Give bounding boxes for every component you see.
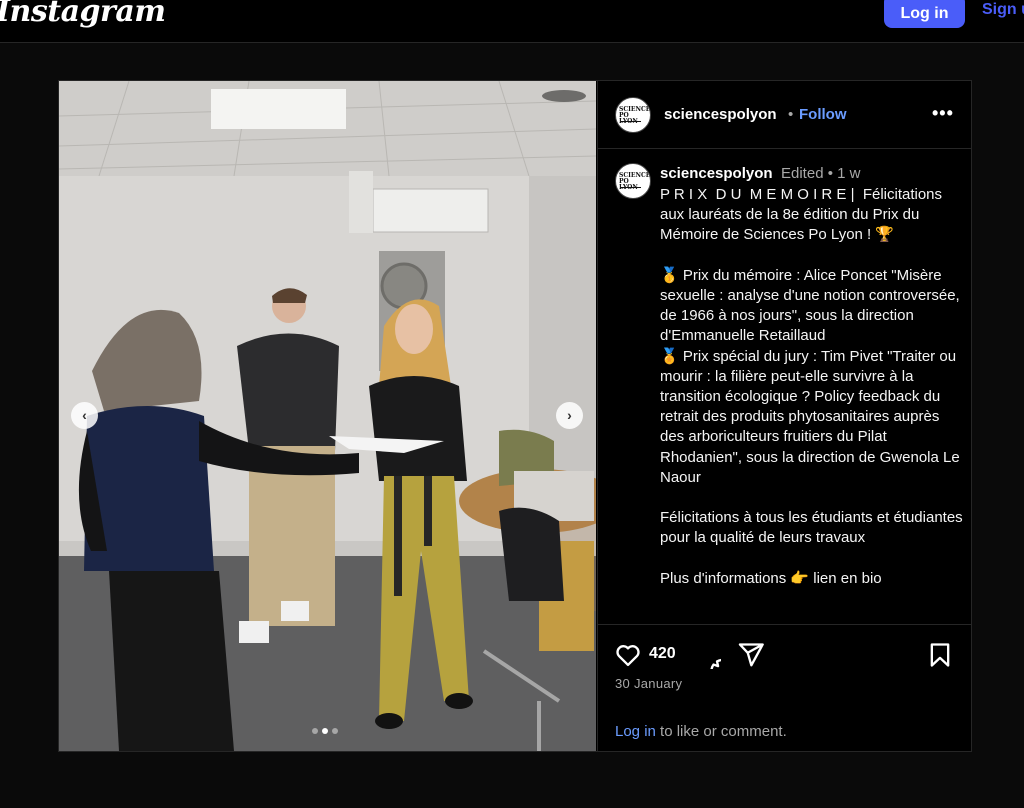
avatar-logo-line: [621, 187, 641, 188]
login-prompt-text: to like or comment.: [655, 723, 787, 740]
carousel-prev-button[interactable]: ‹: [71, 402, 98, 429]
post-actions: 420 30 January Log in to like or comment…: [598, 624, 972, 751]
top-bar: Instagram Log in Sign up: [0, 0, 1024, 43]
login-button[interactable]: Log in: [884, 0, 965, 28]
heart-icon[interactable]: [614, 641, 642, 669]
avatar-logo-text: SCIENCES PO LYON: [619, 172, 651, 191]
carousel-dot: [312, 728, 318, 734]
bookmark-icon[interactable]: [926, 641, 954, 669]
caption-username-link[interactable]: sciencespolyon: [660, 165, 773, 182]
signup-link[interactable]: Sign up: [982, 1, 1024, 19]
separator-dot: •: [788, 106, 794, 123]
login-prompt: Log in to like or comment.: [615, 723, 787, 740]
avatar-logo-text: SCIENCES PO LYON: [619, 106, 651, 125]
chevron-left-icon: ‹: [82, 407, 87, 423]
comment-icon[interactable]: [693, 641, 721, 669]
share-icon[interactable]: [737, 641, 765, 669]
avatar[interactable]: SCIENCES PO LYON: [615, 97, 651, 133]
instagram-logo[interactable]: Instagram: [0, 0, 166, 29]
post-side-panel: SCIENCES PO LYON sciencespolyon • Follow…: [597, 81, 972, 751]
like-count[interactable]: 420: [649, 645, 676, 663]
carousel-indicator: [312, 728, 338, 734]
caption-area[interactable]: SCIENCES PO LYON sciencespolyon Edited •…: [598, 150, 972, 624]
post-header: SCIENCES PO LYON sciencespolyon • Follow…: [598, 81, 972, 149]
caption-avatar[interactable]: SCIENCES PO LYON: [615, 163, 651, 199]
username-link[interactable]: sciencespolyon: [664, 106, 777, 123]
more-icon[interactable]: •••: [932, 103, 954, 124]
login-link[interactable]: Log in: [615, 723, 656, 740]
avatar-logo-line: [621, 121, 641, 122]
post-date[interactable]: 30 January: [615, 676, 682, 691]
post-photo[interactable]: ‹ ›: [59, 81, 596, 751]
chevron-right-icon: ›: [567, 407, 572, 423]
follow-button[interactable]: Follow: [799, 106, 847, 123]
edited-timestamp: Edited • 1 w: [781, 165, 861, 182]
carousel-next-button[interactable]: ›: [556, 402, 583, 429]
carousel-dot-active: [322, 728, 328, 734]
carousel-dot: [332, 728, 338, 734]
caption-text: P R I X D U M E M O I R E | Félicitation…: [660, 186, 963, 587]
post-card: ‹ › SCIENCES PO LYON sciencespolyon • Fo…: [58, 80, 972, 752]
photo-illustration: [59, 81, 596, 751]
